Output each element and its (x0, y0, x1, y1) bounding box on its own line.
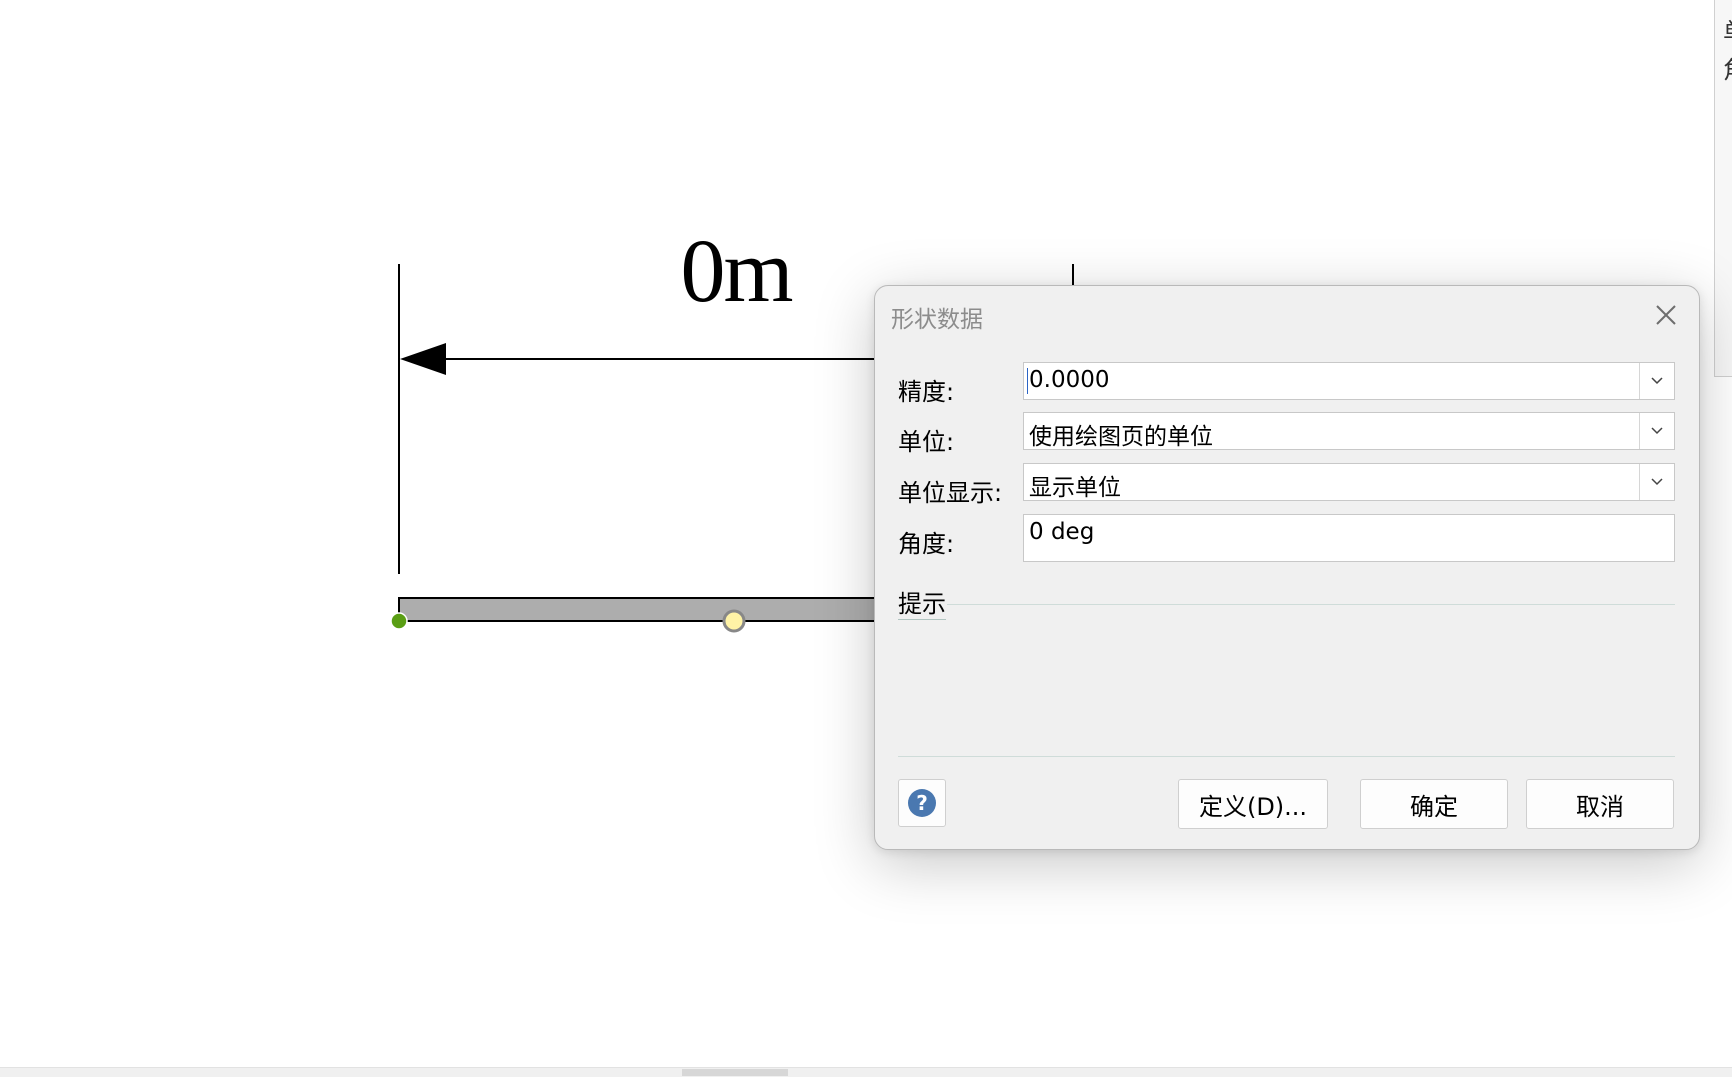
shape-control-handle[interactable] (722, 609, 746, 633)
define-button[interactable]: 定义(D)... (1178, 779, 1328, 829)
close-icon (1656, 305, 1676, 325)
right-panel-text-1: 单 (1723, 12, 1732, 47)
chevron-down-icon (1651, 478, 1663, 486)
cancel-button[interactable]: 取消 (1526, 779, 1674, 829)
dialog-title: 形状数据 (891, 307, 983, 333)
unit-combo[interactable]: 使用绘图页的单位 (1023, 412, 1675, 450)
dimension-label[interactable]: 0m (600, 222, 872, 322)
dimension-arrowhead-left (400, 343, 446, 375)
chevron-down-icon (1651, 377, 1663, 385)
angle-input[interactable]: 0 deg (1023, 514, 1675, 562)
unit-label: 单位: (898, 428, 955, 456)
svg-text:?: ? (916, 791, 928, 815)
ok-button[interactable]: 确定 (1360, 779, 1508, 829)
footer-divider (898, 756, 1675, 757)
right-side-panel[interactable]: 单 角 (1714, 0, 1732, 377)
help-icon: ? (908, 789, 936, 817)
chevron-down-icon (1651, 427, 1663, 435)
unit-display-dropdown-button[interactable] (1639, 464, 1674, 500)
unit-display-label: 单位显示: (898, 479, 1003, 507)
scrollbar-thumb[interactable] (682, 1069, 788, 1076)
right-panel-text-2: 角 (1723, 50, 1732, 85)
shape-bar[interactable] (398, 597, 890, 622)
unit-value[interactable]: 使用绘图页的单位 (1029, 417, 1213, 451)
help-button[interactable]: ? (898, 779, 946, 827)
unit-display-combo[interactable]: 显示单位 (1023, 463, 1675, 501)
unit-display-value[interactable]: 显示单位 (1029, 468, 1121, 502)
precision-combo[interactable]: 0.0000 (1023, 362, 1675, 400)
hint-label: 提示 (898, 590, 946, 620)
hint-separator (947, 604, 1675, 605)
precision-label: 精度: (898, 378, 955, 406)
shape-begin-handle[interactable] (390, 612, 408, 630)
angle-label: 角度: (898, 530, 955, 558)
shape-data-dialog: 形状数据 精度: 0.0000 单位: 使用绘图页的单位 单位显示: 显示单位 (874, 285, 1700, 850)
unit-dropdown-button[interactable] (1639, 413, 1674, 449)
text-caret (1027, 368, 1028, 394)
precision-dropdown-button[interactable] (1639, 363, 1674, 399)
close-button[interactable] (1649, 298, 1683, 332)
precision-value[interactable]: 0.0000 (1029, 367, 1109, 393)
angle-value[interactable]: 0 deg (1029, 519, 1094, 545)
